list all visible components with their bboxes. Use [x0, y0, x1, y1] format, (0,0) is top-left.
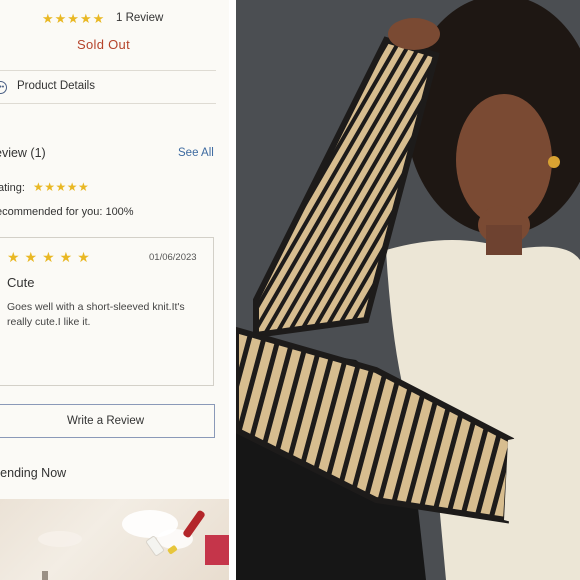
reviews-heading: eview (1): [0, 146, 46, 160]
panel-divider: [229, 0, 236, 580]
average-rating-stars: ★★★★★: [33, 180, 90, 194]
trending-product-image[interactable]: [0, 499, 229, 580]
model-wearing-knit-sleeves-photo: [236, 0, 580, 580]
ellipsis-circle-icon: •••: [0, 81, 7, 94]
review-card: ★★★★★ 01/06/2023 Cute Goes well with a s…: [0, 237, 214, 386]
review-stars: ★★★★★: [7, 249, 95, 265]
product-info-panel: ★★★★★ 1 Review Sold Out ••• Product Deta…: [0, 0, 229, 580]
see-all-link[interactable]: See All: [178, 147, 214, 159]
rating-stars: ★★★★★: [42, 11, 106, 26]
review-body: Goes well with a short-sleeved knit.It's…: [7, 301, 185, 328]
divider: [0, 70, 216, 71]
beauty-products-photo: [38, 510, 229, 580]
product-details-toggle[interactable]: Product Details: [17, 80, 95, 92]
sold-out-label: Sold Out: [77, 37, 130, 52]
review-title: Cute: [7, 275, 35, 290]
write-review-button[interactable]: Write a Review: [0, 404, 215, 438]
divider: [0, 103, 216, 104]
review-count-link[interactable]: 1 Review: [116, 12, 163, 24]
recommended-percentage: ecommended for you: 100%: [0, 206, 134, 218]
rating-label: ating:: [0, 182, 25, 194]
trending-heading: rending Now: [0, 466, 67, 480]
product-photo[interactable]: [236, 0, 580, 580]
review-date: 01/06/2023: [149, 252, 197, 263]
